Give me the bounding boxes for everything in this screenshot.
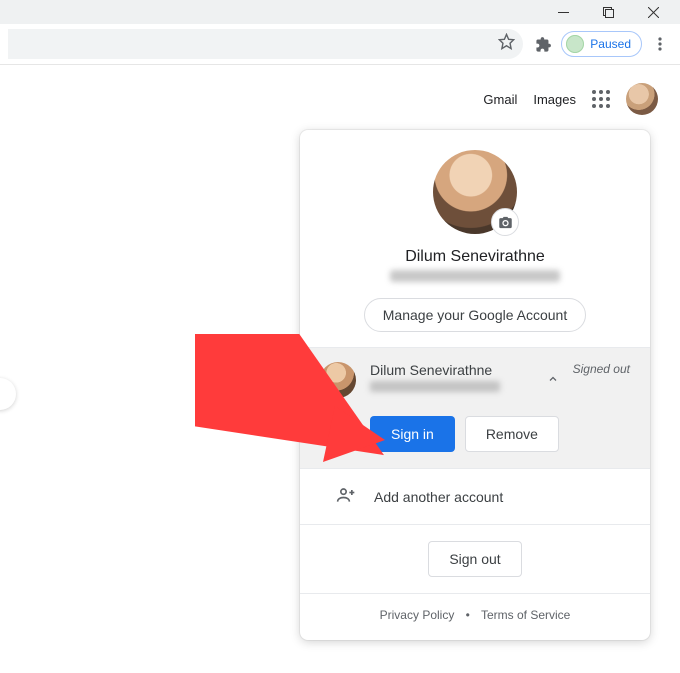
window-maximize-button[interactable] [586,0,631,24]
signed-out-status: Signed out [573,362,630,376]
account-avatar[interactable] [626,83,658,115]
add-account-label: Add another account [374,489,503,505]
account-email-blurred [390,270,560,282]
address-bar[interactable] [8,29,523,59]
person-add-icon [336,485,356,508]
profile-chip-avatar-icon [566,35,584,53]
camera-badge-button[interactable] [491,208,519,236]
manage-account-button[interactable]: Manage your Google Account [364,298,586,332]
profile-paused-chip[interactable]: Paused [561,31,642,57]
sign-out-button[interactable]: Sign out [428,541,521,577]
popover-header: Dilum Senevirathne Manage your Google Ac… [300,130,650,347]
window-titlebar [0,0,680,24]
signout-row: Sign out [300,524,650,593]
remove-button[interactable]: Remove [465,416,559,452]
sign-in-button[interactable]: Sign in [370,416,455,452]
secondary-email-blurred [370,381,500,392]
account-popover: Dilum Senevirathne Manage your Google Ac… [300,130,650,640]
account-name: Dilum Senevirathne [320,248,630,266]
camera-icon [498,215,513,230]
images-link[interactable]: Images [533,92,576,107]
bookmark-star-icon[interactable] [498,33,515,55]
google-topnav: Gmail Images [0,65,680,117]
paused-label: Paused [590,37,631,51]
window-close-button[interactable] [631,0,676,24]
main-avatar-wrap [433,150,517,234]
gmail-link[interactable]: Gmail [483,92,517,107]
chevron-up-icon[interactable] [547,372,559,388]
extensions-icon[interactable] [529,36,557,53]
scroll-edge-knob [0,378,16,410]
secondary-account-name: Dilum Senevirathne [370,362,529,378]
browser-toolbar: Paused [0,24,680,64]
window-minimize-button[interactable] [541,0,586,24]
privacy-policy-link[interactable]: Privacy Policy [380,608,455,622]
footer-dot: • [466,608,470,622]
google-apps-icon[interactable] [592,90,610,108]
add-account-row[interactable]: Add another account [300,468,650,524]
popover-footer: Privacy Policy • Terms of Service [300,593,650,640]
chrome-menu-icon[interactable] [646,36,674,52]
secondary-avatar [320,362,356,398]
secondary-account-row[interactable]: Dilum Senevirathne Signed out Sign in Re… [300,347,650,468]
terms-link[interactable]: Terms of Service [481,608,570,622]
